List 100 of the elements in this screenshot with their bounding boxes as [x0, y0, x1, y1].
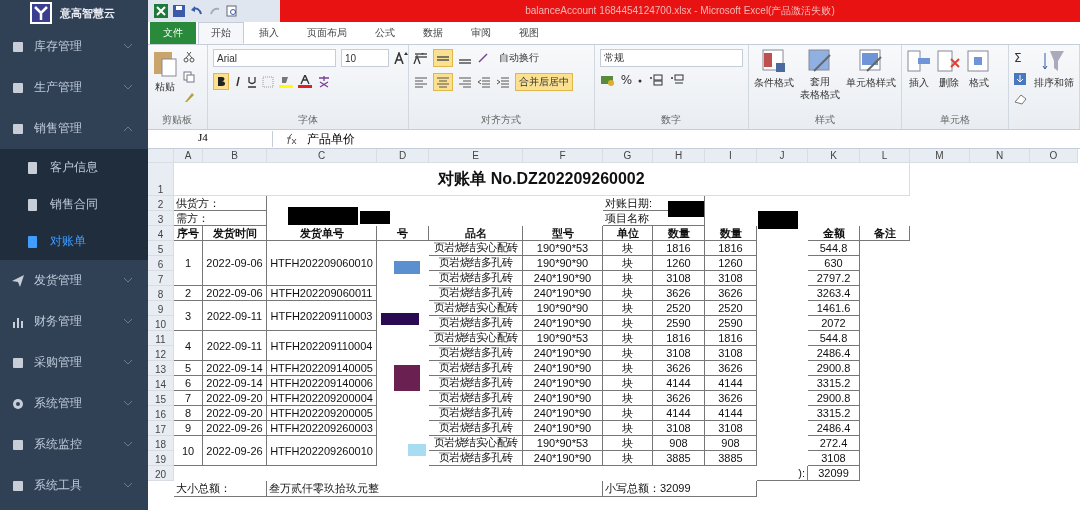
font-color-icon[interactable] — [297, 75, 312, 88]
name-box[interactable]: J4 — [148, 131, 273, 147]
brush-icon[interactable] — [183, 91, 195, 103]
decrease-indent-icon[interactable] — [476, 76, 491, 88]
menu-item[interactable]: 库存管理 — [0, 26, 148, 67]
delete-cells-icon[interactable] — [936, 49, 961, 73]
eraser-icon[interactable] — [1014, 93, 1028, 105]
font-size-field[interactable]: 10 — [340, 49, 389, 67]
autosum-button[interactable]: Σ — [1014, 51, 1028, 65]
row-header[interactable]: 16 — [148, 406, 174, 421]
row-header[interactable]: 19 — [148, 451, 174, 466]
row-header[interactable]: 9 — [148, 301, 174, 316]
row-header[interactable]: 6 — [148, 256, 174, 271]
column-header[interactable]: B — [203, 149, 267, 163]
format-label[interactable]: 格式 — [968, 76, 989, 90]
row-header[interactable]: 13 — [148, 361, 174, 376]
ribbon-tab[interactable]: 文件 — [150, 22, 196, 44]
table-format-icon[interactable] — [807, 49, 832, 73]
conditional-format-icon[interactable] — [761, 49, 786, 73]
menu-item[interactable]: 销售管理 — [0, 108, 148, 149]
paste-label[interactable]: 粘贴 — [155, 80, 175, 94]
currency-icon[interactable] — [599, 74, 616, 86]
column-header[interactable]: H — [653, 149, 705, 163]
cell-styles-label[interactable]: 单元格样式 — [845, 76, 896, 90]
ribbon-tab[interactable]: 公式 — [362, 22, 408, 44]
row-header[interactable]: 17 — [148, 421, 174, 436]
column-header[interactable]: G — [603, 149, 653, 163]
undo-icon[interactable] — [190, 5, 204, 17]
row-header[interactable]: 1 — [148, 163, 174, 196]
bold-icon[interactable] — [215, 76, 226, 87]
row-header[interactable]: 10 — [148, 316, 174, 331]
row-header[interactable]: 18 — [148, 436, 174, 451]
number-format-field[interactable]: 常规 — [599, 49, 743, 67]
row-header[interactable]: 12 — [148, 346, 174, 361]
column-header[interactable]: A — [174, 149, 203, 163]
insert-cells-icon[interactable] — [906, 49, 931, 73]
row-header[interactable]: 3 — [148, 211, 174, 226]
decrease-decimal-icon[interactable] — [669, 74, 686, 86]
row-header[interactable]: 5 — [148, 241, 174, 256]
save-icon[interactable] — [173, 5, 185, 17]
align-right-icon[interactable] — [457, 76, 472, 88]
sort-filter-icon[interactable] — [1042, 49, 1066, 73]
row-header[interactable]: 8 — [148, 286, 174, 301]
format-cells-icon[interactable] — [966, 49, 991, 73]
formula-field[interactable]: 产品单价 — [307, 130, 1080, 148]
copy-icon[interactable] — [183, 71, 195, 83]
merge-center-button[interactable]: 合并后居中 — [514, 73, 573, 91]
row-header[interactable]: 4 — [148, 226, 174, 241]
font-name-field[interactable]: Arial — [212, 49, 336, 67]
insert-label[interactable]: 插入 — [908, 76, 929, 90]
print-preview-icon[interactable] — [226, 5, 238, 17]
delete-label[interactable]: 删除 — [938, 76, 959, 90]
fill-down-icon[interactable] — [1014, 73, 1026, 85]
submenu-item[interactable]: 客户信息 — [0, 149, 148, 186]
menu-item[interactable]: 系统工具 — [0, 465, 148, 506]
row-header[interactable]: 7 — [148, 271, 174, 286]
ribbon-tab[interactable]: 开始 — [198, 22, 244, 44]
menu-item[interactable]: 发货管理 — [0, 260, 148, 301]
grow-font-icon[interactable] — [393, 52, 408, 64]
row-header[interactable]: 15 — [148, 391, 174, 406]
column-header[interactable]: D — [377, 149, 429, 163]
row-header[interactable]: 20 — [148, 466, 174, 481]
ribbon-tab[interactable]: 视图 — [506, 22, 552, 44]
scissors-icon[interactable] — [183, 51, 195, 63]
column-header[interactable]: C — [267, 149, 377, 163]
menu-item[interactable]: 财务管理 — [0, 301, 148, 342]
percent-button[interactable]: % — [620, 73, 633, 87]
wrap-text-button[interactable]: 自动换行 — [495, 50, 542, 66]
fill-color-icon[interactable] — [278, 75, 293, 88]
menu-item[interactable]: 系统管理 — [0, 383, 148, 424]
submenu-item[interactable]: 对账单 — [0, 223, 148, 260]
conditional-format-label[interactable]: 条件格式 — [753, 76, 794, 90]
ribbon-tab[interactable]: 审阅 — [458, 22, 504, 44]
row-header[interactable]: 14 — [148, 376, 174, 391]
column-header[interactable]: I — [705, 149, 757, 163]
menu-item[interactable]: 系统监控 — [0, 424, 148, 465]
phonetic-icon[interactable] — [316, 75, 331, 88]
row-header[interactable]: 11 — [148, 331, 174, 346]
column-header[interactable]: N — [970, 149, 1030, 163]
sort-filter-label[interactable]: 排序和筛 — [1034, 76, 1074, 90]
table-format-label[interactable]: 套用 表格格式 — [799, 76, 840, 101]
submenu-item[interactable]: 销售合同 — [0, 186, 148, 223]
menu-item[interactable]: 采购管理 — [0, 342, 148, 383]
underline-icon[interactable] — [246, 75, 257, 88]
menu-item[interactable]: 生产管理 — [0, 67, 148, 108]
column-header[interactable]: L — [860, 149, 910, 163]
paste-icon[interactable] — [153, 49, 177, 77]
column-header[interactable]: O — [1030, 149, 1078, 163]
increase-indent-icon[interactable] — [495, 76, 510, 88]
column-header[interactable]: K — [808, 149, 860, 163]
row-header[interactable]: 2 — [148, 196, 174, 211]
column-header[interactable]: E — [429, 149, 523, 163]
ribbon-tab[interactable]: 插入 — [246, 22, 292, 44]
cell-styles-icon[interactable] — [858, 49, 883, 73]
column-header[interactable]: J — [757, 149, 808, 163]
orientation-icon[interactable] — [476, 52, 491, 64]
ribbon-tab[interactable]: 页面布局 — [294, 22, 360, 44]
italic-icon[interactable] — [233, 76, 242, 87]
align-left-icon[interactable] — [413, 76, 428, 88]
ribbon-tab[interactable]: 数据 — [410, 22, 456, 44]
